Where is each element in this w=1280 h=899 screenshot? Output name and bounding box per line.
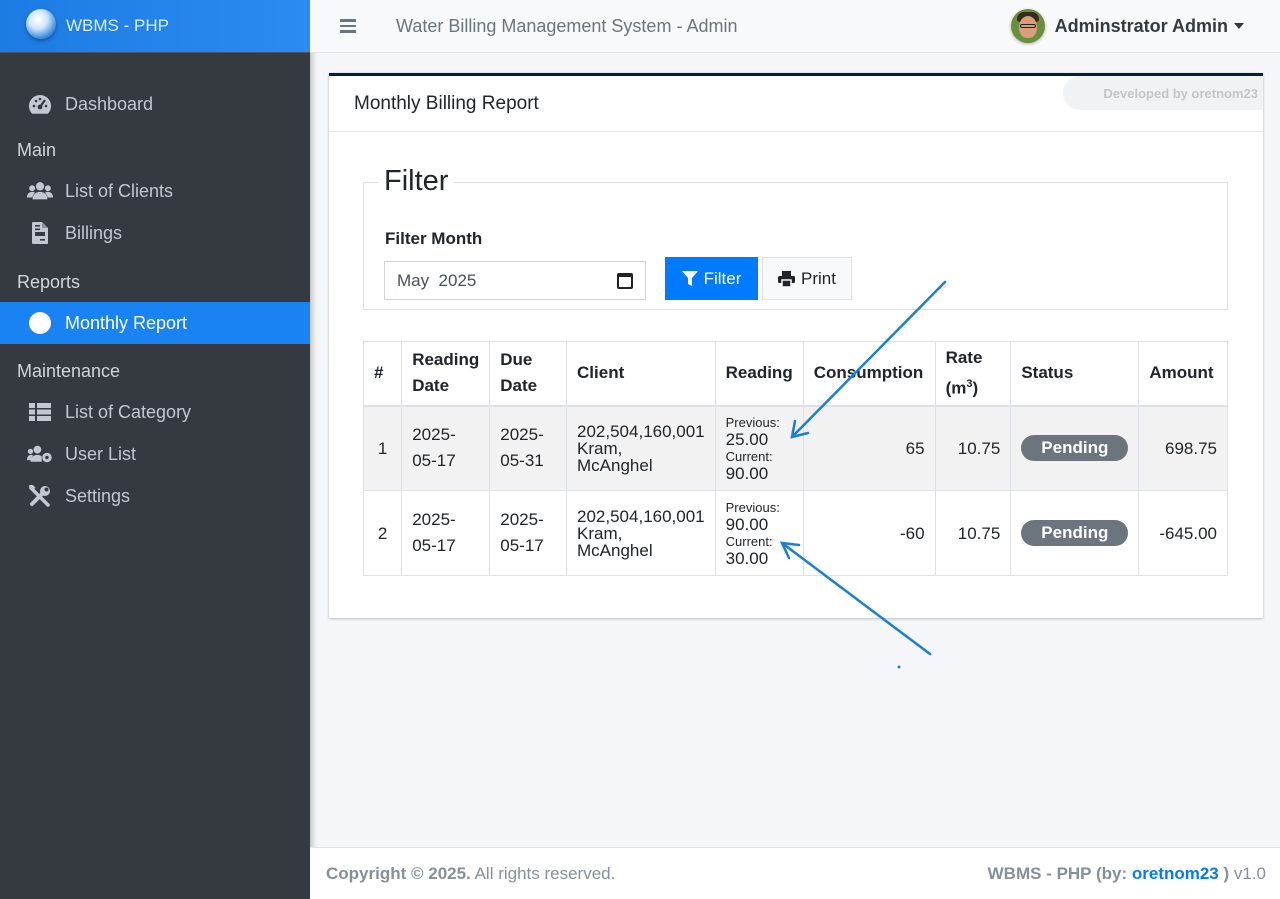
cell-status: Pending: [1010, 490, 1140, 576]
copyright: Copyright © 2025. All rights reserved.: [326, 863, 616, 883]
filter-button-label: Filter: [703, 268, 742, 288]
file-invoice-icon: [27, 221, 53, 245]
author-link[interactable]: oretnom23: [1132, 864, 1219, 883]
sidebar-item-settings[interactable]: Settings: [0, 475, 310, 517]
sidebar-nav: Dashboard Main List of Clients Billings …: [0, 53, 310, 517]
cell-reading-date: 2025- 05-17: [401, 490, 491, 576]
col-header-status: Status: [1010, 341, 1140, 407]
month-input-value: May 2025: [397, 270, 477, 290]
nav-header-maintenance: Maintenance: [17, 360, 121, 381]
filter-month-label: Filter Month: [385, 229, 483, 248]
top-navbar: Water Billing Management System - Admin …: [310, 0, 1280, 53]
cell-amount: -645.00: [1138, 490, 1228, 576]
print-icon: [778, 270, 796, 287]
cell-amount: 698.75: [1138, 405, 1228, 491]
users-cog-icon: [27, 442, 53, 466]
user-name: Adminstrator Admin: [1054, 15, 1228, 36]
cell-due-date: 2025- 05-17: [489, 490, 568, 576]
app-credit: WBMS - PHP (by: oretnom23 ) v1.0: [987, 863, 1266, 883]
caret-down-icon: [1234, 23, 1244, 29]
sidebar-item-label: List of Category: [65, 401, 192, 422]
tools-icon: [27, 484, 53, 508]
cell-rate: 10.75: [934, 490, 1012, 576]
nav-header-reports: Reports: [17, 271, 81, 292]
cell-consumption: 65: [802, 405, 936, 491]
col-header-reading-date: Reading Date: [401, 341, 491, 407]
report-card: Monthly Billing Report Developed by oret…: [329, 73, 1263, 618]
cell-reading: Previous: 25.00 Current: 90.00: [714, 405, 804, 491]
developer-credit: Developed by oretnom23: [1063, 76, 1263, 110]
sidebar-item-clients[interactable]: List of Clients: [0, 170, 310, 212]
annotation-dot: [897, 665, 901, 669]
sidebar-item-dashboard[interactable]: Dashboard: [0, 83, 310, 125]
calendar-icon[interactable]: [617, 273, 633, 289]
footer: Copyright © 2025. All rights reserved. W…: [310, 847, 1280, 899]
brand-link[interactable]: WBMS - PHP: [0, 0, 310, 53]
cell-num: 1: [362, 405, 403, 491]
print-button[interactable]: Print: [762, 257, 852, 300]
col-header-client: Client: [566, 341, 716, 407]
cell-due-date: 2025- 05-31: [489, 405, 568, 491]
col-header-num: #: [362, 341, 403, 407]
col-header-amount: Amount: [1138, 341, 1228, 407]
circle-icon: [27, 311, 53, 335]
avatar: [1010, 9, 1045, 43]
sidebar-item-label: Settings: [65, 485, 131, 506]
col-header-reading: Reading: [714, 341, 804, 407]
billing-report-table: # Reading Date Due Date Client Reading Con…: [362, 341, 1228, 576]
sidebar-item-label: User List: [65, 443, 137, 464]
sidebar-item-billings[interactable]: Billings: [0, 212, 310, 254]
sidebar-item-category[interactable]: List of Category: [0, 391, 310, 433]
cell-client: 202,504,160,001 Kram, McAnghel: [566, 405, 716, 491]
th-list-icon: [27, 400, 53, 424]
brand-name: WBMS - PHP: [66, 16, 169, 35]
filter-month-input[interactable]: May 2025: [384, 261, 646, 300]
print-button-label: Print: [801, 268, 836, 288]
col-header-consumption: Consumption: [802, 341, 936, 407]
cell-num: 2: [362, 490, 403, 576]
cell-consumption: -60: [802, 490, 936, 576]
status-badge: Pending: [1021, 435, 1129, 462]
filter-icon: [681, 270, 698, 286]
filter-button[interactable]: Filter: [665, 257, 758, 300]
sidebar-item-monthly-report[interactable]: Monthly Report: [0, 302, 310, 344]
sidebar-item-label: Billings: [65, 222, 123, 243]
sidebar-item-label: Dashboard: [65, 93, 154, 114]
sidebar-item-label: Monthly Report: [65, 312, 188, 333]
tachometer-icon: [27, 92, 53, 116]
hamburger-menu-icon[interactable]: [340, 19, 356, 33]
system-title: Water Billing Management System - Admin: [396, 15, 738, 36]
table-row: 2 2025- 05-17 2025- 05-17 202,504,160,001 K…: [362, 490, 1228, 576]
cell-status: Pending: [1010, 405, 1140, 491]
sidebar-item-users[interactable]: User List: [0, 433, 310, 475]
status-badge: Pending: [1021, 520, 1129, 546]
user-dropdown[interactable]: Adminstrator Admin: [1010, 9, 1244, 43]
users-icon: [27, 179, 53, 203]
nav-header-main: Main: [17, 139, 57, 160]
water-drop-logo-icon: [26, 9, 56, 39]
filter-legend: Filter: [378, 165, 455, 198]
col-header-rate: Rate (m3): [934, 341, 1012, 407]
sidebar-item-label: List of Clients: [65, 180, 174, 201]
table-header-row: # Reading Date Due Date Client Reading Con…: [362, 341, 1228, 407]
table-row: 1 2025- 05-17 2025- 05-31 202,504,160,001 K…: [362, 405, 1228, 491]
cell-reading-date: 2025- 05-17: [401, 405, 491, 491]
cell-client: 202,504,160,001 Kram, McAnghel: [566, 490, 716, 576]
filter-fieldset: Filter Filter Month May 2025 Filter Prin…: [363, 165, 1228, 310]
sidebar: WBMS - PHP Dashboard Main List of Client…: [0, 0, 310, 899]
col-header-due-date: Due Date: [489, 341, 568, 407]
cell-rate: 10.75: [934, 405, 1012, 491]
cell-reading: Previous: 90.00 Current: 30.00: [714, 490, 804, 576]
